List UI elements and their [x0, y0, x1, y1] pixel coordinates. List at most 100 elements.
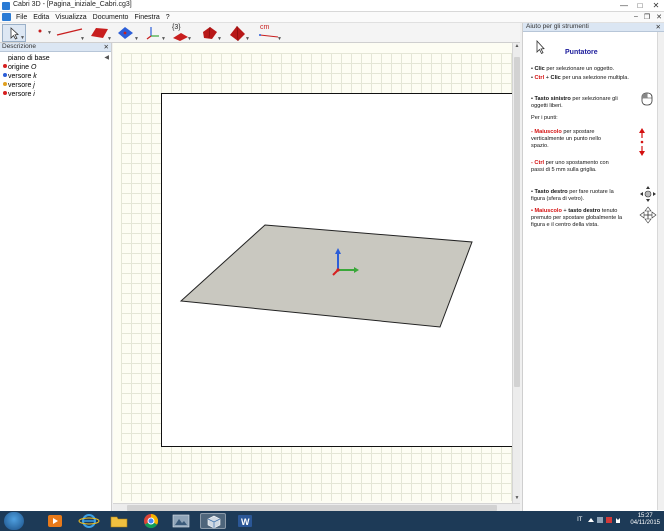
window-controls: — □ ✕ — [616, 0, 664, 12]
cabri-3d-icon — [207, 515, 221, 529]
help-close-button[interactable]: ✕ — [656, 23, 661, 31]
list-item[interactable]: origine O — [0, 63, 111, 72]
chevron-down-icon: ▼ — [80, 36, 85, 42]
taskbar-app-cabri-3d[interactable] — [200, 513, 226, 529]
clock-date: 04/11/2015 — [630, 520, 660, 526]
taskbar-app-4[interactable] — [168, 513, 194, 529]
polygon-tool[interactable]: ▼ — [115, 24, 139, 42]
taskbar-app-file-explorer[interactable] — [106, 513, 132, 529]
plane-tool[interactable]: ▼ — [88, 24, 112, 42]
chevron-down-icon: ▼ — [187, 36, 192, 42]
list-item-symbol: j — [33, 82, 35, 89]
chevron-down-icon: ▼ — [20, 35, 25, 41]
polyhedron-tool[interactable]: ▼ — [198, 24, 222, 42]
start-button[interactable] — [4, 512, 24, 530]
maximize-button[interactable]: □ — [632, 0, 648, 12]
svg-text:▼: ▼ — [47, 30, 52, 36]
base-plane — [179, 224, 473, 328]
menu-help[interactable]: ? — [163, 14, 173, 21]
bullet-icon — [3, 82, 7, 86]
list-item[interactable]: versore j — [0, 81, 111, 90]
internet-explorer-icon — [78, 514, 100, 528]
chevron-down-icon: ▼ — [217, 36, 222, 42]
clock-time: 15:27 — [637, 513, 653, 519]
menu-edit[interactable]: Edita — [30, 14, 52, 21]
taskbar-app-internet-explorer[interactable] — [76, 513, 102, 529]
document-controls: – ❐ ✕ — [634, 13, 662, 21]
doc-minimize-button[interactable]: – — [634, 13, 638, 21]
list-item-label: piano di base — [8, 55, 50, 62]
folder-icon — [110, 516, 128, 528]
language-indicator[interactable]: IT — [577, 517, 582, 523]
doc-close-button[interactable]: ✕ — [656, 13, 662, 21]
clock[interactable]: 15:27 04/11/2015 — [630, 513, 660, 527]
horizontal-scrollbar[interactable] — [113, 503, 520, 511]
help-line: • Tasto destro per fare ruotare la figur… — [531, 189, 621, 203]
help-line: - Ctrl per uno spostamento con passi di … — [531, 160, 621, 174]
menu-window[interactable]: Finestra — [131, 14, 162, 21]
app-window-icon — [172, 514, 190, 528]
help-text: Ctrl — [534, 160, 545, 166]
taskbar-app-media-player[interactable] — [42, 513, 68, 529]
list-item[interactable]: piano di base ◀ — [0, 54, 111, 63]
svg-text:W: W — [241, 517, 250, 527]
bullet-icon — [3, 73, 7, 77]
pan-icon — [639, 206, 657, 224]
description-header: Descrizione ✕ — [0, 43, 111, 52]
bullet-icon — [3, 64, 7, 68]
minimize-button[interactable]: — — [616, 0, 632, 12]
scroll-down-icon[interactable]: ▼ — [513, 495, 521, 503]
help-text: Tasto sinistro — [534, 96, 571, 102]
help-header: Aiuto per gli strumenti ✕ — [523, 23, 664, 32]
list-item[interactable]: versore k — [0, 72, 111, 81]
close-button[interactable]: ✕ — [648, 0, 664, 12]
description-close-button[interactable]: ✕ — [104, 43, 109, 51]
list-item[interactable]: versore i — [0, 90, 111, 99]
chevron-down-icon: ▼ — [134, 36, 139, 42]
doc-restore-button[interactable]: ❐ — [644, 13, 650, 21]
help-text: Clic — [534, 66, 545, 72]
list-item-symbol: i — [33, 91, 35, 98]
axes-tool[interactable]: ▼ — [142, 24, 166, 42]
pointer-tool[interactable]: ▼ — [2, 24, 26, 42]
menu-view[interactable]: Visualizza — [52, 14, 89, 21]
help-panel: Aiuto per gli strumenti ✕ Puntatore • Cl… — [522, 23, 664, 511]
menu-bar: File Edita Visualizza Documento Finestra… — [0, 12, 664, 23]
help-body: Puntatore • Clic per selezionare un ogge… — [523, 32, 664, 502]
list-item-label: origine — [8, 64, 31, 71]
mouse-left-icon — [641, 92, 653, 106]
rotate-icon — [640, 186, 656, 202]
line-tool[interactable]: ▼ — [55, 24, 85, 42]
help-scrollbar[interactable] — [657, 32, 664, 510]
taskbar-app-chrome[interactable] — [138, 513, 164, 529]
help-heading: Puntatore — [565, 49, 598, 56]
chevron-down-icon: ▼ — [277, 36, 282, 42]
scroll-thumb[interactable] — [514, 57, 520, 387]
3d-scene[interactable] — [162, 94, 515, 448]
transform-tool[interactable]: {3} ▼ — [168, 24, 192, 42]
measure-tool[interactable]: cm ▼ — [256, 24, 282, 42]
scroll-up-icon[interactable]: ▲ — [513, 43, 521, 51]
menu-file[interactable]: File — [13, 14, 30, 21]
description-list: piano di base ◀ origine O versore k vers… — [0, 52, 111, 99]
help-line: • Tasto sinistro per selezionare gli ogg… — [531, 96, 623, 110]
collapse-arrow-icon[interactable]: ◀ — [104, 54, 109, 63]
chevron-down-icon: ▼ — [245, 36, 250, 42]
cube-tool[interactable]: ▼ — [226, 24, 250, 42]
list-item-symbol: O — [30, 64, 37, 71]
document-icon[interactable] — [2, 13, 11, 21]
help-panel-title: Aiuto per gli strumenti — [526, 23, 589, 30]
tray-icons — [588, 517, 621, 523]
description-title: Descrizione — [2, 43, 36, 50]
help-text: Clic — [550, 75, 561, 81]
3d-view[interactable] — [161, 93, 514, 447]
help-text: Ctrl — [534, 75, 545, 81]
help-line: • Maiuscolo + tasto destro tenuto premut… — [531, 208, 623, 229]
point-tool[interactable]: ▼ — [32, 24, 56, 42]
taskbar: W IT 15:27 04/11/2015 — [0, 511, 664, 531]
help-line: • Ctrl + Clic per una selezione multipla… — [531, 75, 643, 82]
taskbar-app-word[interactable]: W — [232, 513, 258, 529]
help-text: Maiuscolo — [534, 208, 562, 214]
menu-document[interactable]: Documento — [90, 14, 132, 21]
vertical-scrollbar[interactable]: ▲ ▼ — [512, 43, 520, 503]
